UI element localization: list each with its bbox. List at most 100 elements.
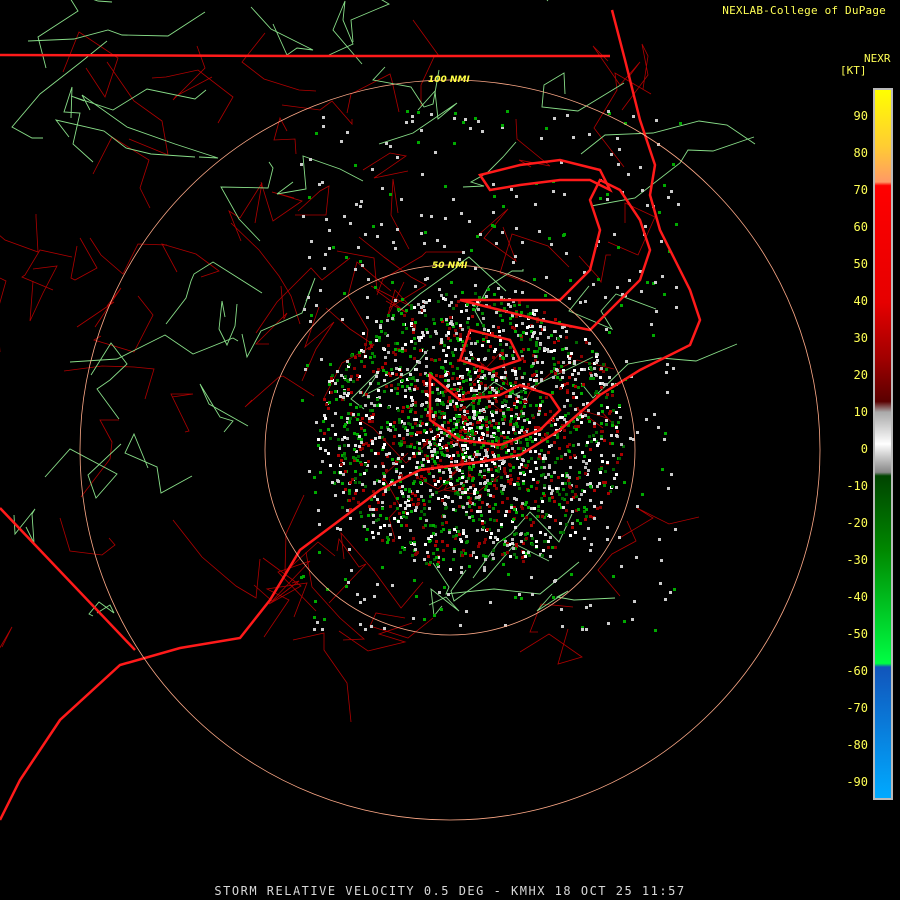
echo-pixel — [421, 422, 424, 425]
echo-pixel — [308, 470, 311, 473]
echo-pixel — [429, 524, 432, 527]
echo-pixel — [412, 331, 415, 334]
echo-pixel — [337, 454, 340, 457]
echo-pixel — [563, 405, 566, 408]
echo-pixel — [346, 131, 349, 134]
echo-pixel — [574, 408, 577, 411]
echo-pixel — [443, 416, 446, 419]
echo-pixel — [537, 509, 540, 512]
echo-pixel — [404, 501, 407, 504]
echo-pixel — [370, 449, 373, 452]
echo-pixel — [454, 295, 457, 298]
echo-pixel — [441, 540, 444, 543]
colorbar-tick-label: 10 — [853, 405, 868, 419]
echo-pixel — [346, 360, 349, 363]
radar-map[interactable]: 50 NMI 100 NMI — [0, 0, 900, 900]
echo-pixel — [483, 541, 486, 544]
echo-pixel — [334, 494, 337, 497]
echo-pixel — [520, 390, 523, 393]
echo-pixel — [558, 493, 561, 496]
echo-pixel — [544, 457, 547, 460]
echo-pixel — [431, 454, 434, 457]
echo-pixel — [541, 361, 544, 364]
echo-pixel — [307, 296, 310, 299]
echo-pixel — [606, 461, 609, 464]
echo-pixel — [405, 121, 408, 124]
echo-pixel — [528, 421, 531, 424]
echo-pixel — [616, 461, 619, 464]
echo-pixel — [539, 531, 542, 534]
echo-pixel — [383, 379, 386, 382]
echo-pixel — [560, 365, 563, 368]
echo-pixel — [501, 352, 504, 355]
echo-pixel — [356, 418, 359, 421]
echo-pixel — [549, 515, 552, 518]
echo-pixel — [462, 532, 465, 535]
echo-pixel — [421, 464, 424, 467]
echo-pixel — [462, 506, 465, 509]
echo-pixel — [660, 559, 663, 562]
echo-pixel — [417, 141, 420, 144]
echo-pixel — [412, 482, 415, 485]
echo-pixel — [483, 469, 486, 472]
echo-pixel — [474, 267, 477, 270]
echo-pixel — [572, 392, 575, 395]
echo-pixel — [589, 499, 592, 502]
echo-pixel — [475, 556, 478, 559]
echo-pixel — [343, 392, 346, 395]
echo-pixel — [336, 370, 339, 373]
echo-pixel — [601, 430, 604, 433]
echo-pixel — [489, 345, 492, 348]
echo-pixel — [427, 446, 430, 449]
echo-pixel — [337, 480, 340, 483]
echo-pixel — [544, 413, 547, 416]
echo-pixel — [479, 470, 482, 473]
echo-pixel — [339, 471, 342, 474]
echo-pixel — [592, 434, 595, 437]
echo-pixel — [461, 328, 464, 331]
echo-pixel — [324, 253, 327, 256]
echo-pixel — [424, 231, 427, 234]
echo-pixel — [437, 497, 440, 500]
echo-pixel — [541, 500, 544, 503]
echo-pixel — [600, 404, 603, 407]
echo-pixel — [480, 514, 483, 517]
echo-pixel — [540, 474, 543, 477]
echo-pixel — [597, 412, 600, 415]
echo-pixel — [374, 452, 377, 455]
echo-pixel — [552, 376, 555, 379]
echo-pixel — [449, 403, 452, 406]
echo-pixel — [620, 304, 623, 307]
echo-pixel — [369, 356, 372, 359]
echo-pixel — [398, 486, 401, 489]
echo-pixel — [405, 327, 408, 330]
echo-pixel — [503, 307, 506, 310]
echo-pixel — [506, 475, 509, 478]
echo-pixel — [465, 309, 468, 312]
echo-pixel — [360, 427, 363, 430]
county-line — [172, 519, 261, 599]
echo-pixel — [488, 372, 491, 375]
echo-pixel — [402, 437, 405, 440]
echo-pixel — [510, 442, 513, 445]
echo-pixel — [349, 417, 352, 420]
echo-pixel — [364, 355, 367, 358]
echo-pixel — [587, 416, 590, 419]
echo-pixel — [673, 588, 676, 591]
echo-pixel — [432, 437, 435, 440]
echo-pixel — [442, 349, 445, 352]
echo-pixel — [418, 452, 421, 455]
echo-pixel — [493, 293, 496, 296]
echo-pixel — [564, 514, 567, 517]
county-line — [172, 45, 213, 101]
echo-pixel — [528, 438, 531, 441]
echo-pixel — [457, 300, 460, 303]
echo-pixel — [518, 487, 521, 490]
echo-pixel — [491, 224, 494, 227]
echo-pixel — [516, 482, 519, 485]
echo-pixel — [552, 190, 555, 193]
echo-pixel — [408, 457, 411, 460]
echo-pixel — [497, 326, 500, 329]
echo-pixel — [371, 409, 374, 412]
echo-pixel — [503, 376, 506, 379]
